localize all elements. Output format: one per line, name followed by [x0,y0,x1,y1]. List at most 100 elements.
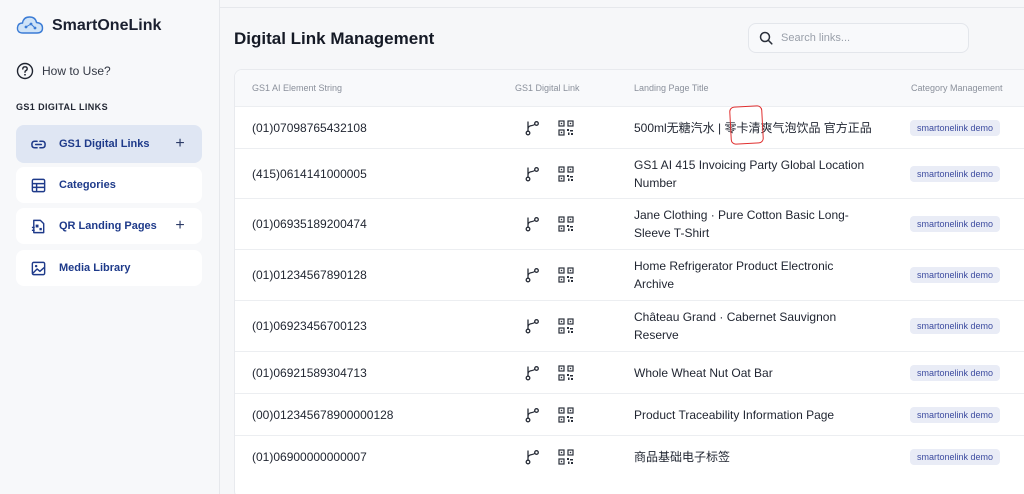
qr-code-button[interactable] [555,352,577,393]
branch-link-icon [525,268,539,283]
table-row[interactable]: (01)06921589304713 Whole Wheat Nut Oat B… [235,351,1024,393]
element-string-cell: (01)07098765432108 [252,120,367,135]
category-cell: smartonelink demo [910,352,1024,393]
main-content: Digital Link Management GS1 AI Element S… [220,0,1024,494]
branch-link-icon [525,166,539,181]
table-row[interactable]: (00)012345678900000128 Product Traceabil… [235,393,1024,435]
category-cell: smartonelink demo [910,394,1024,435]
table-row[interactable]: (415)0614141000005 GS1 AI 415 Invoicing … [235,148,1024,198]
how-to-use-link[interactable]: How to Use? [16,62,111,80]
qr-code-button[interactable] [555,107,577,148]
add-qr-landing-page-button[interactable]: + [172,217,188,235]
cloud-logo-icon [16,16,44,34]
element-string-cell: (01)06900000000007 [252,449,367,464]
help-circle-icon [16,62,34,80]
branch-link-icon [525,407,539,422]
qr-code-icon [558,318,574,334]
qr-code-icon [558,267,574,283]
table-row[interactable]: (01)01234567890128 Home Refrigerator Pro… [235,249,1024,300]
category-cell: smartonelink demo [910,199,1024,249]
search-input[interactable] [781,32,951,44]
category-badge[interactable]: smartonelink demo [910,318,1001,334]
table-row[interactable]: (01)07098765432108 500ml无糖汽水 | 零卡清爽气泡饮品 … [235,106,1024,148]
sidebar-item-categories[interactable]: Categories [16,167,202,203]
digital-link-button[interactable] [517,107,547,148]
sidebar-item-media-library[interactable]: Media Library [16,250,202,286]
element-string-cell: (00)012345678900000128 [252,407,394,422]
links-table: GS1 AI Element String GS1 Digital Link L… [234,69,1024,494]
element-string-cell: (01)01234567890128 [252,268,367,282]
landing-page-title-cell: Château Grand · Cabernet Sauvignon Reser… [634,310,837,342]
branch-link-icon [525,449,539,464]
qr-code-button[interactable] [555,250,577,300]
qr-code-icon [558,216,574,232]
category-badge[interactable]: smartonelink demo [910,448,1001,465]
category-cell: smartonelink demo [910,436,1024,477]
column-header-element-string: GS1 AI Element String [252,83,343,93]
digital-link-button[interactable] [517,436,547,477]
landing-page-title-cell: Home Refrigerator Product Electronic Arc… [634,259,834,291]
qr-code-button[interactable] [555,199,577,249]
category-badge[interactable]: smartonelink demo [910,364,1001,381]
digital-link-button[interactable] [517,250,547,300]
landing-page-title-cell: 商品基础电子标签 [634,449,731,464]
qr-page-icon [31,219,45,233]
qr-code-icon [558,448,574,465]
qr-code-icon [558,406,574,423]
page-title: Digital Link Management [234,29,435,48]
digital-link-button[interactable] [517,352,547,393]
digital-link-button[interactable] [517,149,547,198]
landing-page-title-cell: Jane Clothing · Pure Cotton Basic Long-S… [634,208,849,240]
category-badge[interactable]: smartonelink demo [910,165,1001,182]
landing-page-title-cell: GS1 AI 415 Invoicing Party Global Locati… [634,157,865,190]
category-cell: smartonelink demo [910,301,1024,351]
qr-code-button[interactable] [555,394,577,435]
qr-code-button[interactable] [555,436,577,477]
search-icon [759,31,773,45]
sidebar-item-gs1-digital-links[interactable]: GS1 Digital Links + [16,125,202,163]
landing-page-title-cell: 500ml无糖汽水 | 零卡清爽气泡饮品 官方正品 [634,120,872,135]
sidebar-item-label: GS1 Digital Links [59,138,150,150]
category-badge[interactable]: smartonelink demo [910,406,1001,423]
digital-link-button[interactable] [517,199,547,249]
qr-code-button[interactable] [555,149,577,198]
table-row[interactable]: (01)06923456700123 Château Grand · Caber… [235,300,1024,351]
digital-link-button[interactable] [517,394,547,435]
digital-link-button[interactable] [517,301,547,351]
table-row[interactable]: (01)06935189200474 Jane Clothing · Pure … [235,198,1024,249]
category-badge[interactable]: smartonelink demo [910,119,1001,136]
sidebar: SmartOneLink How to Use? GS1 DIGITAL LIN… [0,0,220,494]
column-header-digital-link: GS1 Digital Link [515,83,580,93]
element-string-cell: (01)06935189200474 [252,217,367,231]
branch-link-icon [525,217,539,232]
sidebar-item-qr-landing-pages[interactable]: QR Landing Pages + [16,208,202,244]
landing-page-title-cell: Whole Wheat Nut Oat Bar [634,365,773,380]
top-bar [220,0,1024,8]
brand-name: SmartOneLink [52,17,162,34]
qr-code-icon [558,364,574,381]
add-digital-link-button[interactable]: + [172,135,188,153]
category-badge[interactable]: smartonelink demo [910,216,1001,232]
category-badge[interactable]: smartonelink demo [910,267,1001,283]
link-icon [31,139,46,149]
qr-code-icon [558,119,574,136]
category-cell: smartonelink demo [910,250,1024,300]
column-header-category: Category Management [911,83,1003,93]
qr-code-button[interactable] [555,301,577,351]
sidebar-item-label: QR Landing Pages [59,220,157,232]
element-string-cell: (01)06923456700123 [252,319,367,333]
category-cell: smartonelink demo [910,107,1024,148]
element-string-cell: (415)0614141000005 [252,166,367,181]
branch-link-icon [525,365,539,380]
branch-link-icon [525,319,539,334]
section-title: GS1 DIGITAL LINKS [16,102,108,112]
brand[interactable]: SmartOneLink [16,12,161,40]
search-box[interactable] [748,23,969,53]
table-grid-icon [31,178,46,192]
column-header-landing-page-title: Landing Page Title [634,83,709,93]
branch-link-icon [525,120,539,135]
category-cell: smartonelink demo [910,149,1024,198]
image-icon [31,261,46,275]
table-row[interactable]: (01)06900000000007 商品基础电子标签 smartonelink… [235,435,1024,477]
element-string-cell: (01)06921589304713 [252,365,367,380]
